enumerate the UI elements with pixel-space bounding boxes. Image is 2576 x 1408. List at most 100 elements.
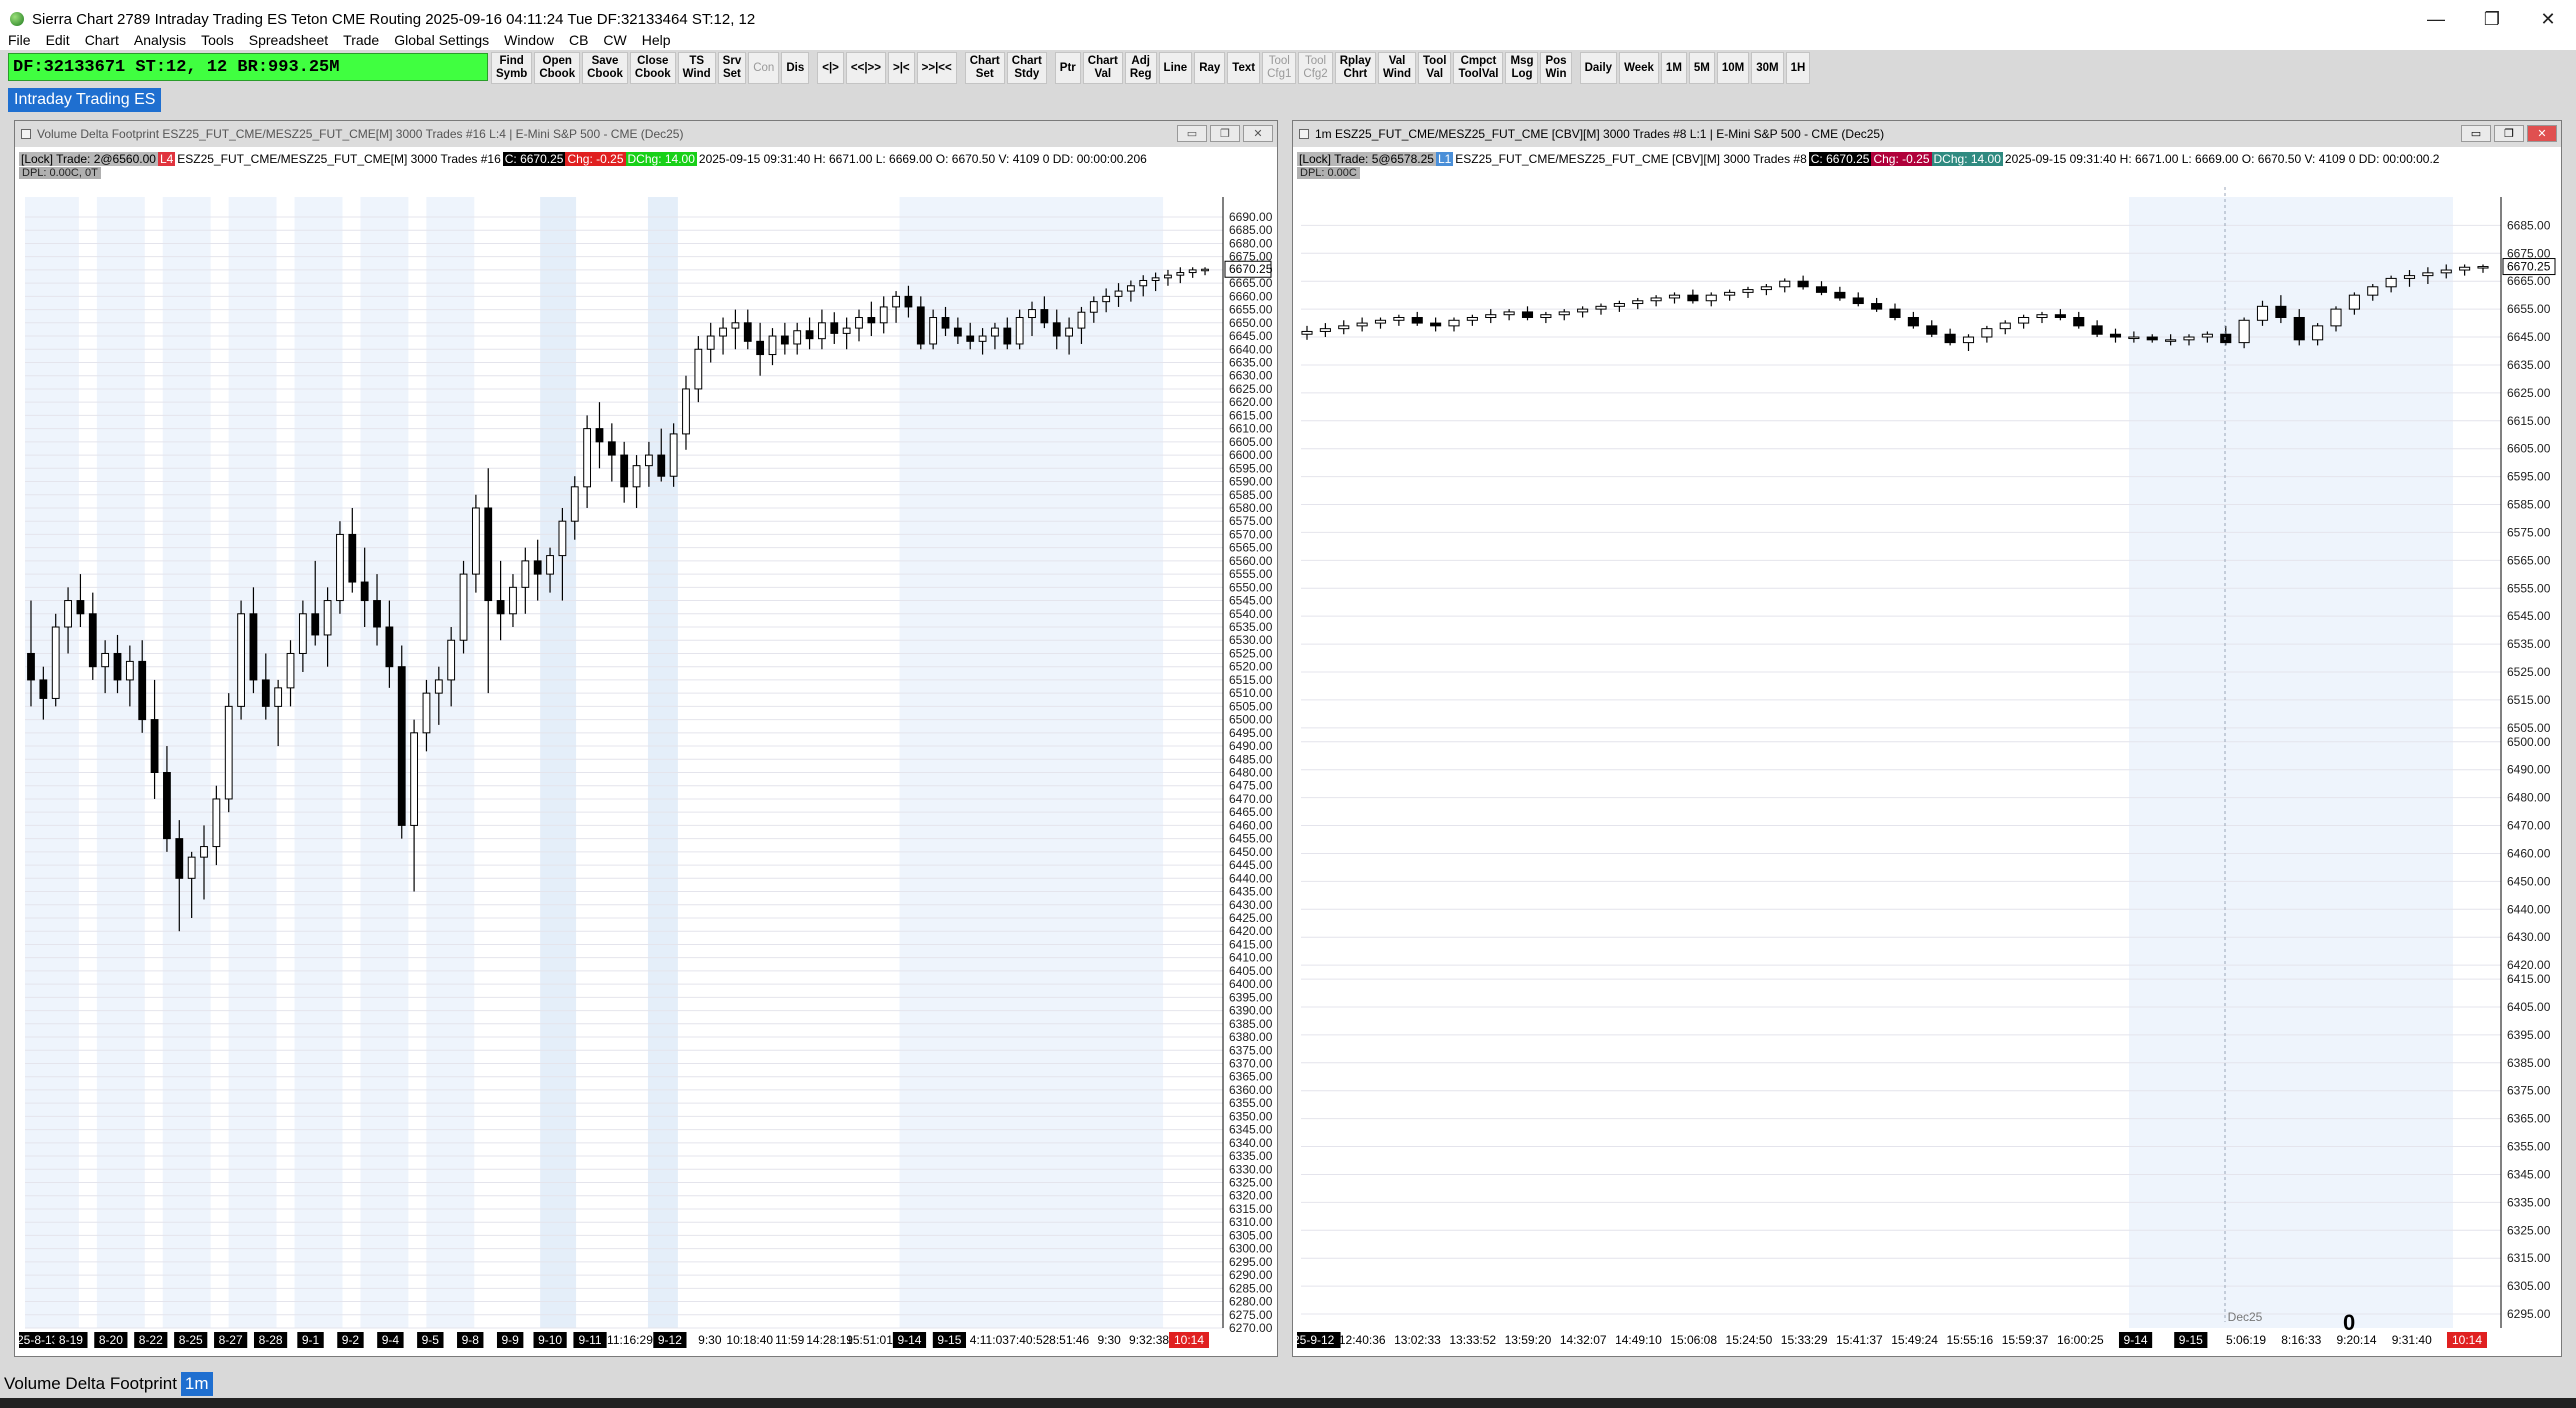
- menu-help[interactable]: Help: [642, 32, 671, 48]
- menu-analysis[interactable]: Analysis: [134, 32, 186, 48]
- toolbar-button-tool-cfg1[interactable]: Tool Cfg1: [1262, 52, 1297, 84]
- toolbar-button-label: Val: [1388, 55, 1406, 67]
- toolbar-button-label: 5M: [1693, 61, 1710, 74]
- y-tick-label: 6645.00: [2507, 330, 2551, 344]
- toolbar-button-10m[interactable]: 10M: [1716, 52, 1750, 84]
- menu-spreadsheet[interactable]: Spreadsheet: [249, 32, 328, 48]
- candle-body: [2477, 266, 2489, 269]
- toolbar-button-chart-val[interactable]: Chart Val: [1082, 52, 1123, 84]
- toolbar-button-dis[interactable]: Dis: [781, 52, 810, 84]
- toolbar-button-line[interactable]: Line: [1158, 52, 1193, 84]
- candle-body: [916, 306, 925, 345]
- chart-window-1m[interactable]: 1m ESZ25_FUT_CME/MESZ25_FUT_CME [CBV][M]…: [1292, 120, 2562, 1357]
- dpl-readout: DPL: 0.00C: [1297, 167, 1360, 179]
- candle-body: [1907, 316, 1919, 327]
- menu-edit[interactable]: Edit: [46, 32, 70, 48]
- x-axis-label: 9:30: [1097, 1333, 1121, 1347]
- menu-cw[interactable]: CW: [603, 32, 626, 48]
- y-tick-label: 6345.00: [2507, 1167, 2551, 1181]
- chart-minimize-button[interactable]: ▭: [1177, 125, 1207, 142]
- toolbar-button-pos-win[interactable]: Pos Win: [1540, 52, 1572, 84]
- chart-minimize-button[interactable]: ▭: [2461, 125, 2491, 142]
- toolbar: Find Symb Open Cbook Save Cbook Close Cbook TS Wi…: [490, 50, 1811, 86]
- tab-1m[interactable]: 1m: [180, 1372, 213, 1396]
- candle-body: [1052, 322, 1061, 337]
- chart-close-button[interactable]: ✕: [2527, 125, 2557, 142]
- toolbar-button-save-cbook[interactable]: Save Cbook: [582, 52, 628, 84]
- toolbar-button-label: Chart: [1011, 55, 1042, 67]
- x-axis-label: 12:40:36: [1339, 1333, 1386, 1347]
- candle-body: [1705, 294, 1717, 302]
- chart-caption[interactable]: Volume Delta Footprint ESZ25_FUT_CME/MES…: [15, 121, 1277, 147]
- toolbar-button-30m[interactable]: 30M: [1751, 52, 1784, 84]
- menu-global-settings[interactable]: Global Settings: [394, 32, 489, 48]
- toolbar-button-rplay-chrt[interactable]: Rplay Chrt: [1334, 52, 1377, 84]
- toolbar-button-[interactable]: >>|<<: [916, 52, 957, 84]
- chart-caption[interactable]: 1m ESZ25_FUT_CME/MESZ25_FUT_CME [CBV][M]…: [1293, 121, 2561, 147]
- candle-body: [595, 428, 604, 443]
- candle-body: [509, 586, 517, 615]
- chart-window-footprint[interactable]: Volume Delta Footprint ESZ25_FUT_CME/MES…: [14, 120, 1278, 1357]
- toolbar-button-msg-log[interactable]: Msg Log: [1505, 52, 1539, 84]
- y-tick-label: 6555.00: [1229, 567, 1273, 581]
- tab-volume-delta-footprint[interactable]: Volume Delta Footprint: [0, 1372, 181, 1396]
- toolbar-button-[interactable]: <|>: [817, 52, 844, 84]
- candlestick-chart[interactable]: 6685.006675.006665.006655.006645.006635.…: [1297, 147, 2559, 1357]
- y-tick-label: 6525.00: [2507, 665, 2551, 679]
- toolbar-button-close-cbook[interactable]: Close Cbook: [629, 52, 676, 84]
- toolbar-button-ptr[interactable]: Ptr: [1054, 52, 1081, 84]
- toolbar-button-open-cbook[interactable]: Open Cbook: [534, 52, 581, 84]
- toolbar-button-con[interactable]: Con: [748, 52, 780, 84]
- candle-body: [138, 660, 147, 721]
- ohlc-readout: 2025-09-15 09:31:40 H: 6671.00 L: 6669.0…: [698, 152, 1147, 166]
- candle-body: [743, 322, 752, 342]
- y-tick-label: 6615.00: [2507, 414, 2551, 428]
- x-axis-label: 10:18:40: [726, 1333, 773, 1347]
- y-tick-label: 6325.00: [2507, 1223, 2551, 1237]
- toolbar-button-5m[interactable]: 5M: [1688, 52, 1715, 84]
- toolbar-button-tool-val[interactable]: Tool Val: [1418, 52, 1452, 84]
- menu-tools[interactable]: Tools: [201, 32, 234, 48]
- toolbar-button-[interactable]: >|<: [887, 52, 915, 84]
- menu-cb[interactable]: CB: [569, 32, 588, 48]
- chart-maximize-button[interactable]: ❐: [2494, 125, 2524, 142]
- toolbar-button-1m[interactable]: 1M: [1660, 52, 1687, 84]
- toolbar-button-find-symb[interactable]: Find Symb: [491, 52, 533, 84]
- x-axis-label: 8-25: [179, 1333, 203, 1347]
- toolbar-button-label: Srv: [722, 55, 742, 67]
- toolbar-button-srv-set[interactable]: Srv Set: [717, 52, 747, 84]
- y-tick-label: 6370.00: [1229, 1056, 1273, 1070]
- candle-body: [855, 317, 863, 329]
- toolbar-button-week[interactable]: Week: [1619, 52, 1659, 84]
- toolbar-button-[interactable]: <<|>>: [845, 52, 886, 84]
- chartbook-tab[interactable]: Intraday Trading ES: [8, 88, 162, 112]
- menu-file[interactable]: File: [8, 32, 31, 48]
- candle-body: [830, 322, 839, 334]
- candle-body: [1595, 305, 1607, 310]
- toolbar-button-label: Log: [1511, 68, 1533, 80]
- toolbar-button-ray[interactable]: Ray: [1194, 52, 1226, 84]
- candle-body: [1040, 309, 1049, 324]
- toolbar-button-adj-reg[interactable]: Adj Reg: [1124, 52, 1157, 84]
- candlestick-chart[interactable]: 6690.006685.006680.006675.006670.006665.…: [19, 147, 1275, 1357]
- toolbar-button-1h[interactable]: 1H: [1785, 52, 1811, 84]
- toolbar-button-chart-set[interactable]: Chart Set: [964, 52, 1005, 84]
- menu-trade[interactable]: Trade: [343, 32, 379, 48]
- y-tick-label: 6315.00: [2507, 1251, 2551, 1265]
- menu-chart[interactable]: Chart: [85, 32, 119, 48]
- toolbar-button-text[interactable]: Text: [1227, 52, 1261, 84]
- toolbar-button-tool-cfg2[interactable]: Tool Cfg2: [1298, 52, 1333, 84]
- toolbar-button-chart-stdy[interactable]: Chart Stdy: [1006, 52, 1047, 84]
- toolbar-button-cmpct-toolval[interactable]: Cmpct ToolVal: [1453, 52, 1504, 84]
- x-axis-label: 2025-8-13: [19, 1333, 59, 1347]
- menu-window[interactable]: Window: [504, 32, 554, 48]
- y-tick-label: 6405.00: [1229, 964, 1273, 978]
- toolbar-button-daily[interactable]: Daily: [1579, 52, 1618, 84]
- chart-close-button[interactable]: ✕: [1243, 125, 1273, 142]
- taskbar-strip: [0, 1398, 2576, 1408]
- x-axis-label: 13:02:33: [1394, 1333, 1441, 1347]
- toolbar-button-ts-wind[interactable]: TS Wind: [677, 52, 716, 84]
- chart-maximize-button[interactable]: ❐: [1210, 125, 1240, 142]
- toolbar-button-val-wind[interactable]: Val Wind: [1378, 52, 1417, 84]
- close-value: C: 6670.25: [502, 152, 566, 166]
